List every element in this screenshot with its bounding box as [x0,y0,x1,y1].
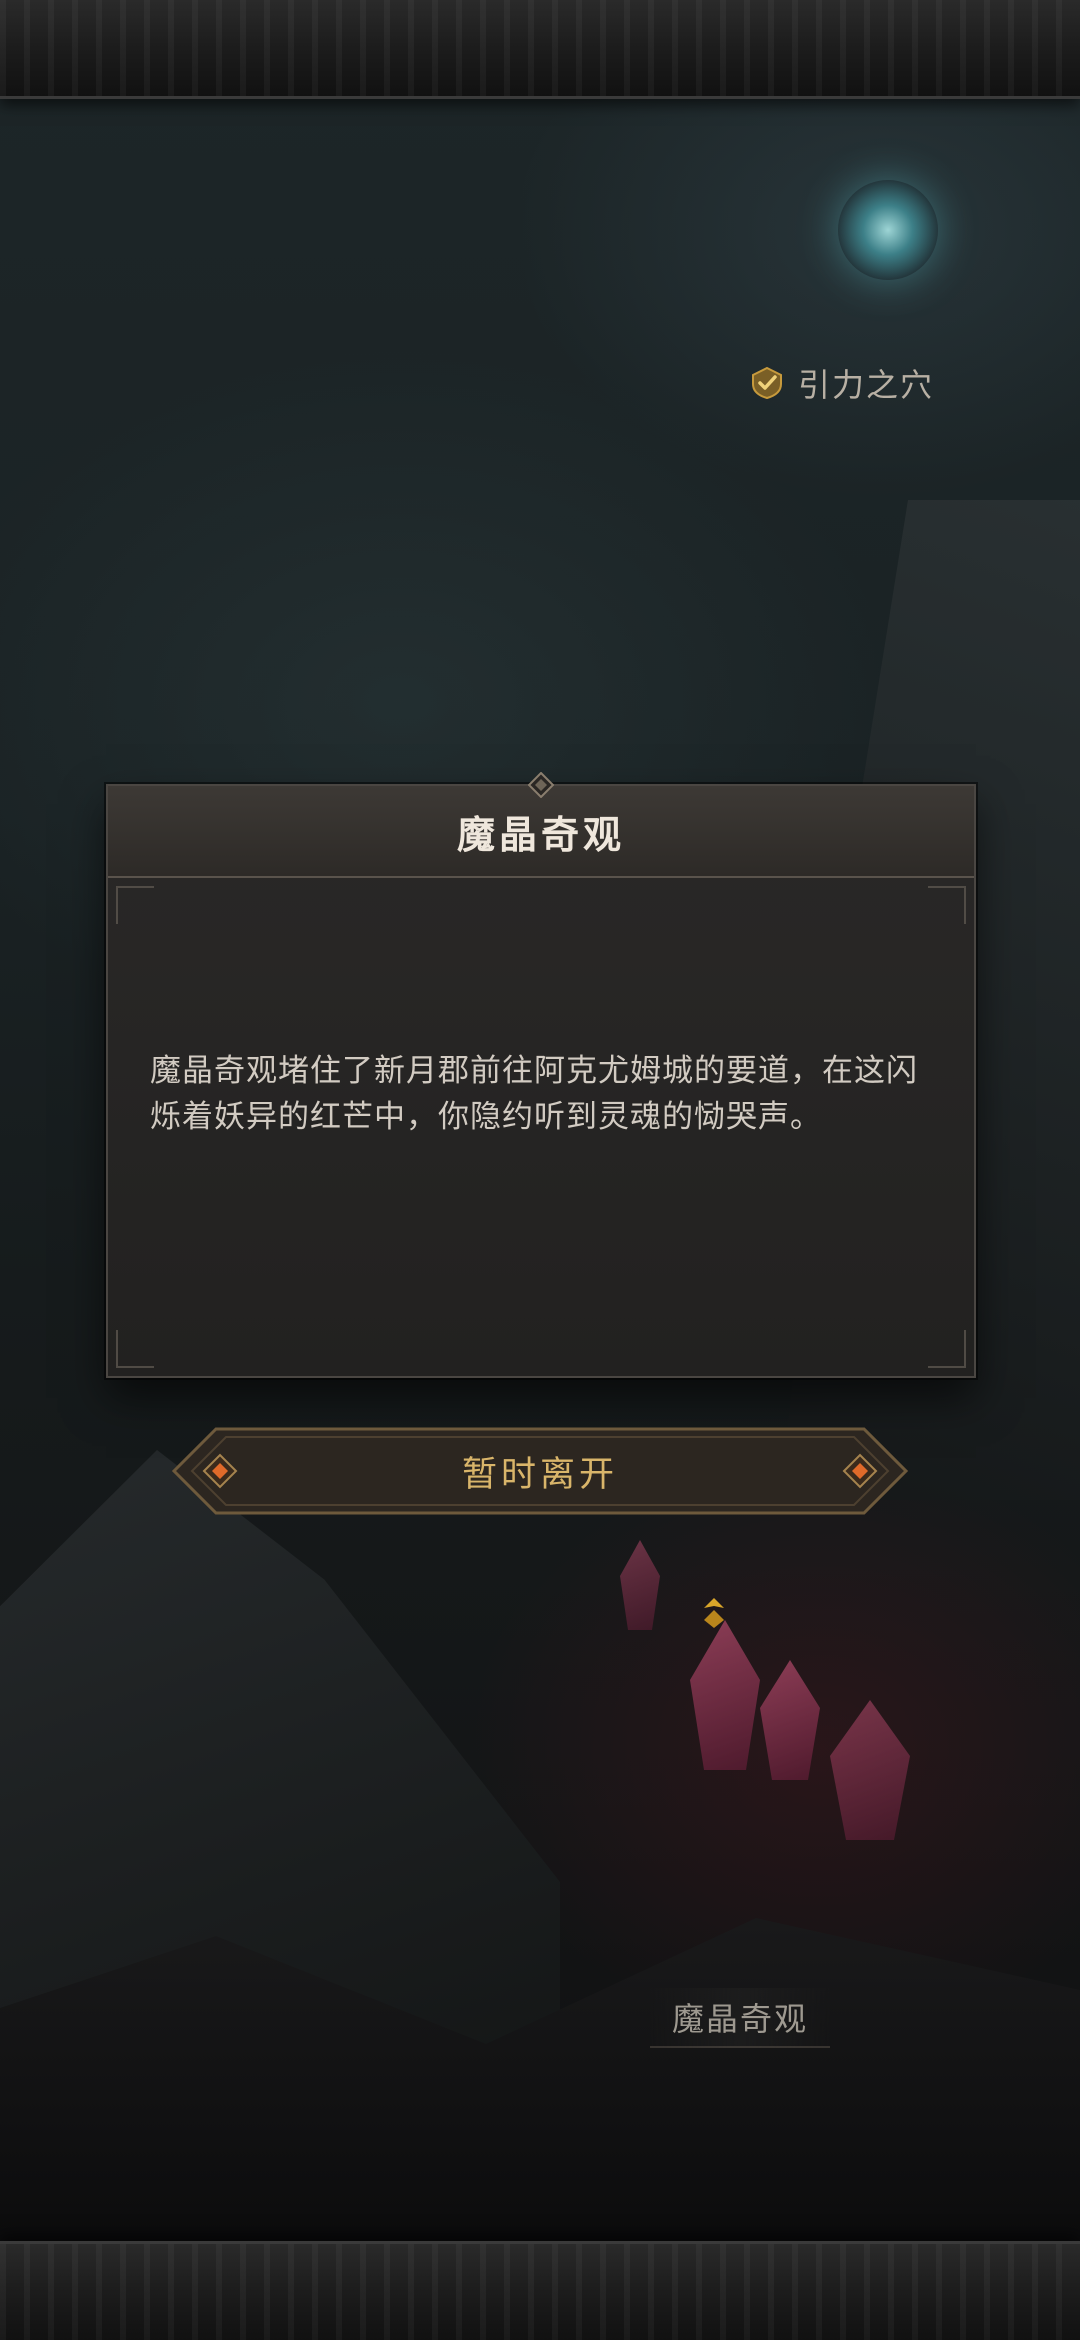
frame-corner-ornament [928,886,966,924]
crystal-shard [690,1620,760,1770]
top-ornate-bar [0,0,1080,99]
dialog-body-text: 魔晶奇观堵住了新月郡前往阿克尤姆城的要道，在这闪烁着妖异的红芒中，你隐约听到灵魂… [150,1053,918,1135]
bottom-ornate-bar [0,2241,1080,2340]
frame-corner-ornament [928,1330,966,1368]
map-location-portal[interactable]: 引力之穴 [750,360,934,406]
dialog-header: 魔晶奇观 [108,786,974,878]
check-shield-icon [750,366,784,400]
map-location-label: 引力之穴 [798,366,935,404]
event-dialog: 魔晶奇观 魔晶奇观堵住了新月郡前往阿克尤姆城的要道，在这闪烁着妖异的红芒中，你隐… [106,771,976,1378]
game-screen: 引力之穴 魔晶奇观 魔晶奇观 魔晶奇观堵住了新月郡前往阿克尤姆城的要道，在这闪烁… [0,0,1080,2340]
diamond-ornament-icon [527,771,555,799]
gravity-portal-image[interactable] [838,180,938,280]
frame-corner-ornament [116,886,154,924]
location-marker-icon[interactable] [700,1596,728,1630]
frame-corner-ornament [116,1330,154,1368]
dialog-title: 魔晶奇观 [456,812,625,857]
leave-temporarily-button[interactable]: 暂时离开 [170,1425,910,1517]
crystal-shard [620,1540,660,1630]
crystal-shard [760,1660,820,1780]
map-location-crystal[interactable]: 魔晶奇观 [650,1988,831,2048]
leave-button-label: 暂时离开 [461,1454,618,1495]
crystal-shard [830,1700,910,1840]
